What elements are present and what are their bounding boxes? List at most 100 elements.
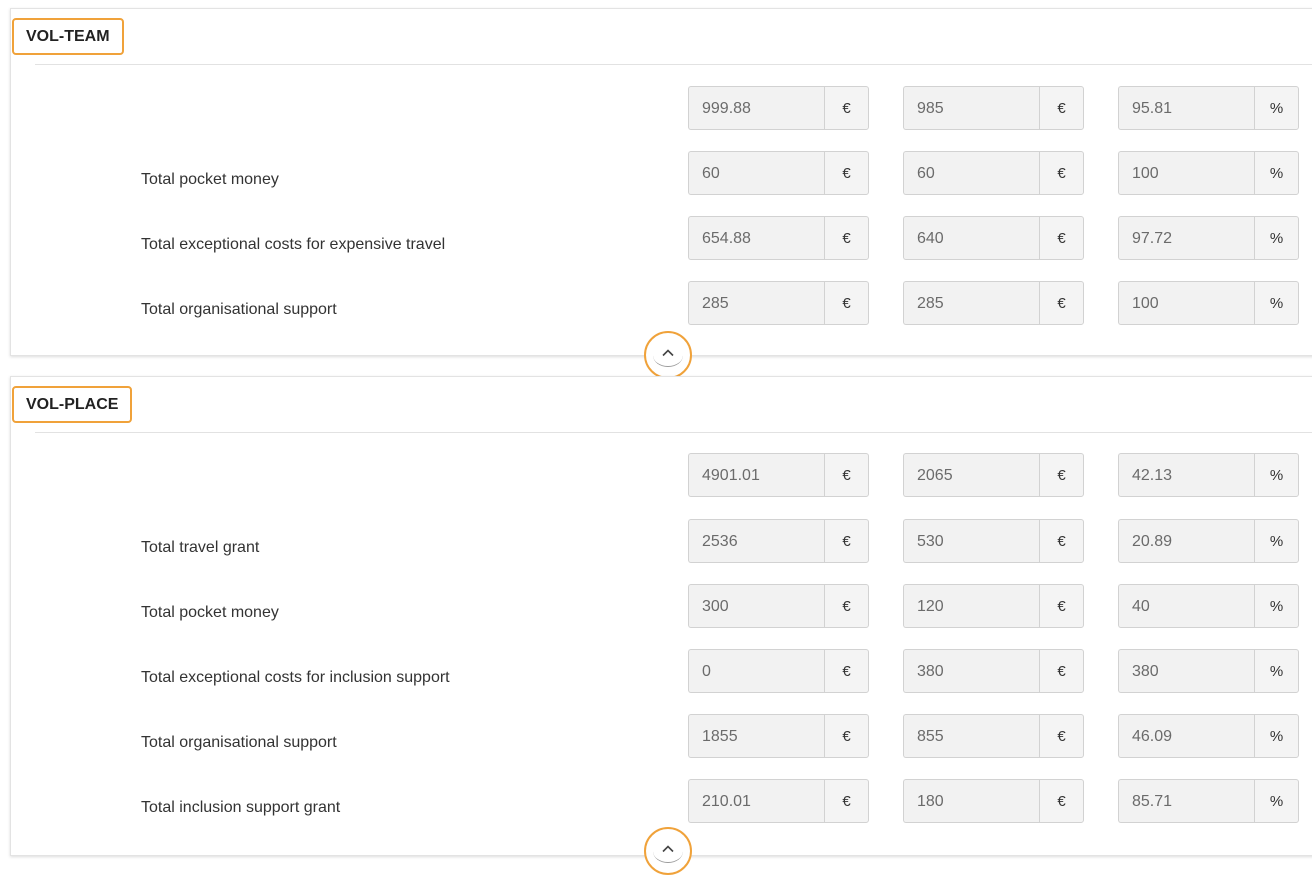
- requested-amount-group: 285 €: [688, 281, 869, 325]
- percentage-group: 97.72 %: [1118, 216, 1299, 260]
- percentage-group: 46.09 %: [1118, 714, 1299, 758]
- section-divider: [35, 432, 1312, 433]
- percent-unit-addon: %: [1254, 216, 1299, 260]
- euro-unit-addon: €: [1039, 519, 1084, 563]
- granted-amount-field[interactable]: 855: [903, 714, 1039, 758]
- euro-unit-addon: €: [824, 216, 869, 260]
- percent-unit-addon: %: [1254, 779, 1299, 823]
- percentage-field[interactable]: 97.72: [1118, 216, 1254, 260]
- collapse-section-button[interactable]: [644, 827, 692, 875]
- euro-unit-addon: €: [824, 584, 869, 628]
- euro-unit-addon: €: [1039, 216, 1084, 260]
- budget-row: Total inclusion support grant 210.01 € 1…: [11, 779, 1312, 825]
- row-label: Total organisational support: [141, 734, 337, 751]
- granted-amount-group: 285 €: [903, 281, 1084, 325]
- granted-amount-group: 985 €: [903, 86, 1084, 130]
- granted-amount-group: 855 €: [903, 714, 1084, 758]
- euro-unit-addon: €: [1039, 714, 1084, 758]
- euro-unit-addon: €: [824, 779, 869, 823]
- percent-unit-addon: %: [1254, 453, 1299, 497]
- requested-amount-field[interactable]: 4901.01: [688, 453, 824, 497]
- euro-unit-addon: €: [1039, 649, 1084, 693]
- section-tag: VOL-PLACE: [12, 386, 133, 423]
- row-label: Total exceptional costs for inclusion su…: [141, 669, 450, 686]
- percentage-field[interactable]: 40: [1118, 584, 1254, 628]
- requested-amount-group: 60 €: [688, 151, 869, 195]
- granted-amount-group: 60 €: [903, 151, 1084, 195]
- budget-row: Total travel grant 2536 € 530 € 20.89 %: [11, 519, 1312, 565]
- chevron-up-icon: [662, 349, 674, 357]
- percentage-field[interactable]: 95.81: [1118, 86, 1254, 130]
- percent-unit-addon: %: [1254, 86, 1299, 130]
- granted-amount-field[interactable]: 985: [903, 86, 1039, 130]
- percentage-field[interactable]: 100: [1118, 281, 1254, 325]
- percentage-group: 380 %: [1118, 649, 1299, 693]
- requested-amount-field[interactable]: 1855: [688, 714, 824, 758]
- percentage-field[interactable]: 42.13: [1118, 453, 1254, 497]
- percent-unit-addon: %: [1254, 714, 1299, 758]
- percentage-group: 42.13 %: [1118, 453, 1299, 497]
- percent-unit-addon: %: [1254, 584, 1299, 628]
- budget-row: Total pocket money 300 € 120 € 40 %: [11, 584, 1312, 630]
- budget-row: Total organisational support 285 € 285 €…: [11, 281, 1312, 327]
- percentage-field[interactable]: 20.89: [1118, 519, 1254, 563]
- granted-amount-group: 180 €: [903, 779, 1084, 823]
- requested-amount-group: 654.88 €: [688, 216, 869, 260]
- euro-unit-addon: €: [824, 281, 869, 325]
- granted-amount-field[interactable]: 285: [903, 281, 1039, 325]
- euro-unit-addon: €: [1039, 281, 1084, 325]
- row-label: Total pocket money: [141, 604, 279, 621]
- requested-amount-field[interactable]: 285: [688, 281, 824, 325]
- requested-amount-field[interactable]: 60: [688, 151, 824, 195]
- budget-row: Total exceptional costs for expensive tr…: [11, 216, 1312, 262]
- granted-amount-field[interactable]: 530: [903, 519, 1039, 563]
- requested-amount-field[interactable]: 210.01: [688, 779, 824, 823]
- section-card-vol-place: VOL-PLACE 4901.01 € 2065 € 42.13 % Total…: [10, 376, 1312, 856]
- requested-amount-group: 1855 €: [688, 714, 869, 758]
- chevron-up-icon: [662, 845, 674, 853]
- euro-unit-addon: €: [1039, 584, 1084, 628]
- granted-amount-group: 380 €: [903, 649, 1084, 693]
- granted-amount-field[interactable]: 60: [903, 151, 1039, 195]
- percentage-field[interactable]: 85.71: [1118, 779, 1254, 823]
- collapse-section-button[interactable]: [644, 331, 692, 379]
- section-tag: VOL-TEAM: [12, 18, 124, 55]
- granted-amount-group: 2065 €: [903, 453, 1084, 497]
- requested-amount-field[interactable]: 999.88: [688, 86, 824, 130]
- requested-amount-field[interactable]: 0: [688, 649, 824, 693]
- granted-amount-field[interactable]: 380: [903, 649, 1039, 693]
- requested-amount-group: 2536 €: [688, 519, 869, 563]
- requested-amount-group: 210.01 €: [688, 779, 869, 823]
- percentage-field[interactable]: 100: [1118, 151, 1254, 195]
- row-label: Total pocket money: [141, 171, 279, 188]
- percentage-group: 95.81 %: [1118, 86, 1299, 130]
- requested-amount-group: 999.88 €: [688, 86, 869, 130]
- granted-amount-field[interactable]: 640: [903, 216, 1039, 260]
- granted-amount-field[interactable]: 2065: [903, 453, 1039, 497]
- granted-amount-field[interactable]: 180: [903, 779, 1039, 823]
- requested-amount-group: 300 €: [688, 584, 869, 628]
- granted-amount-field[interactable]: 120: [903, 584, 1039, 628]
- euro-unit-addon: €: [824, 453, 869, 497]
- euro-unit-addon: €: [1039, 779, 1084, 823]
- percentage-field[interactable]: 380: [1118, 649, 1254, 693]
- requested-amount-field[interactable]: 2536: [688, 519, 824, 563]
- granted-amount-group: 640 €: [903, 216, 1084, 260]
- summary-row: 4901.01 € 2065 € 42.13 %: [11, 453, 1312, 499]
- requested-amount-field[interactable]: 300: [688, 584, 824, 628]
- requested-amount-field[interactable]: 654.88: [688, 216, 824, 260]
- budget-row: Total exceptional costs for inclusion su…: [11, 649, 1312, 695]
- section-card-vol-team: VOL-TEAM 999.88 € 985 € 95.81 % Total po…: [10, 8, 1312, 356]
- percent-unit-addon: %: [1254, 151, 1299, 195]
- percentage-group: 40 %: [1118, 584, 1299, 628]
- requested-amount-group: 4901.01 €: [688, 453, 869, 497]
- percentage-group: 100 %: [1118, 281, 1299, 325]
- euro-unit-addon: €: [1039, 453, 1084, 497]
- granted-amount-group: 120 €: [903, 584, 1084, 628]
- euro-unit-addon: €: [824, 519, 869, 563]
- row-label: Total travel grant: [141, 539, 260, 556]
- section-divider: [35, 64, 1312, 65]
- budget-row: Total pocket money 60 € 60 € 100 %: [11, 151, 1312, 197]
- percentage-field[interactable]: 46.09: [1118, 714, 1254, 758]
- requested-amount-group: 0 €: [688, 649, 869, 693]
